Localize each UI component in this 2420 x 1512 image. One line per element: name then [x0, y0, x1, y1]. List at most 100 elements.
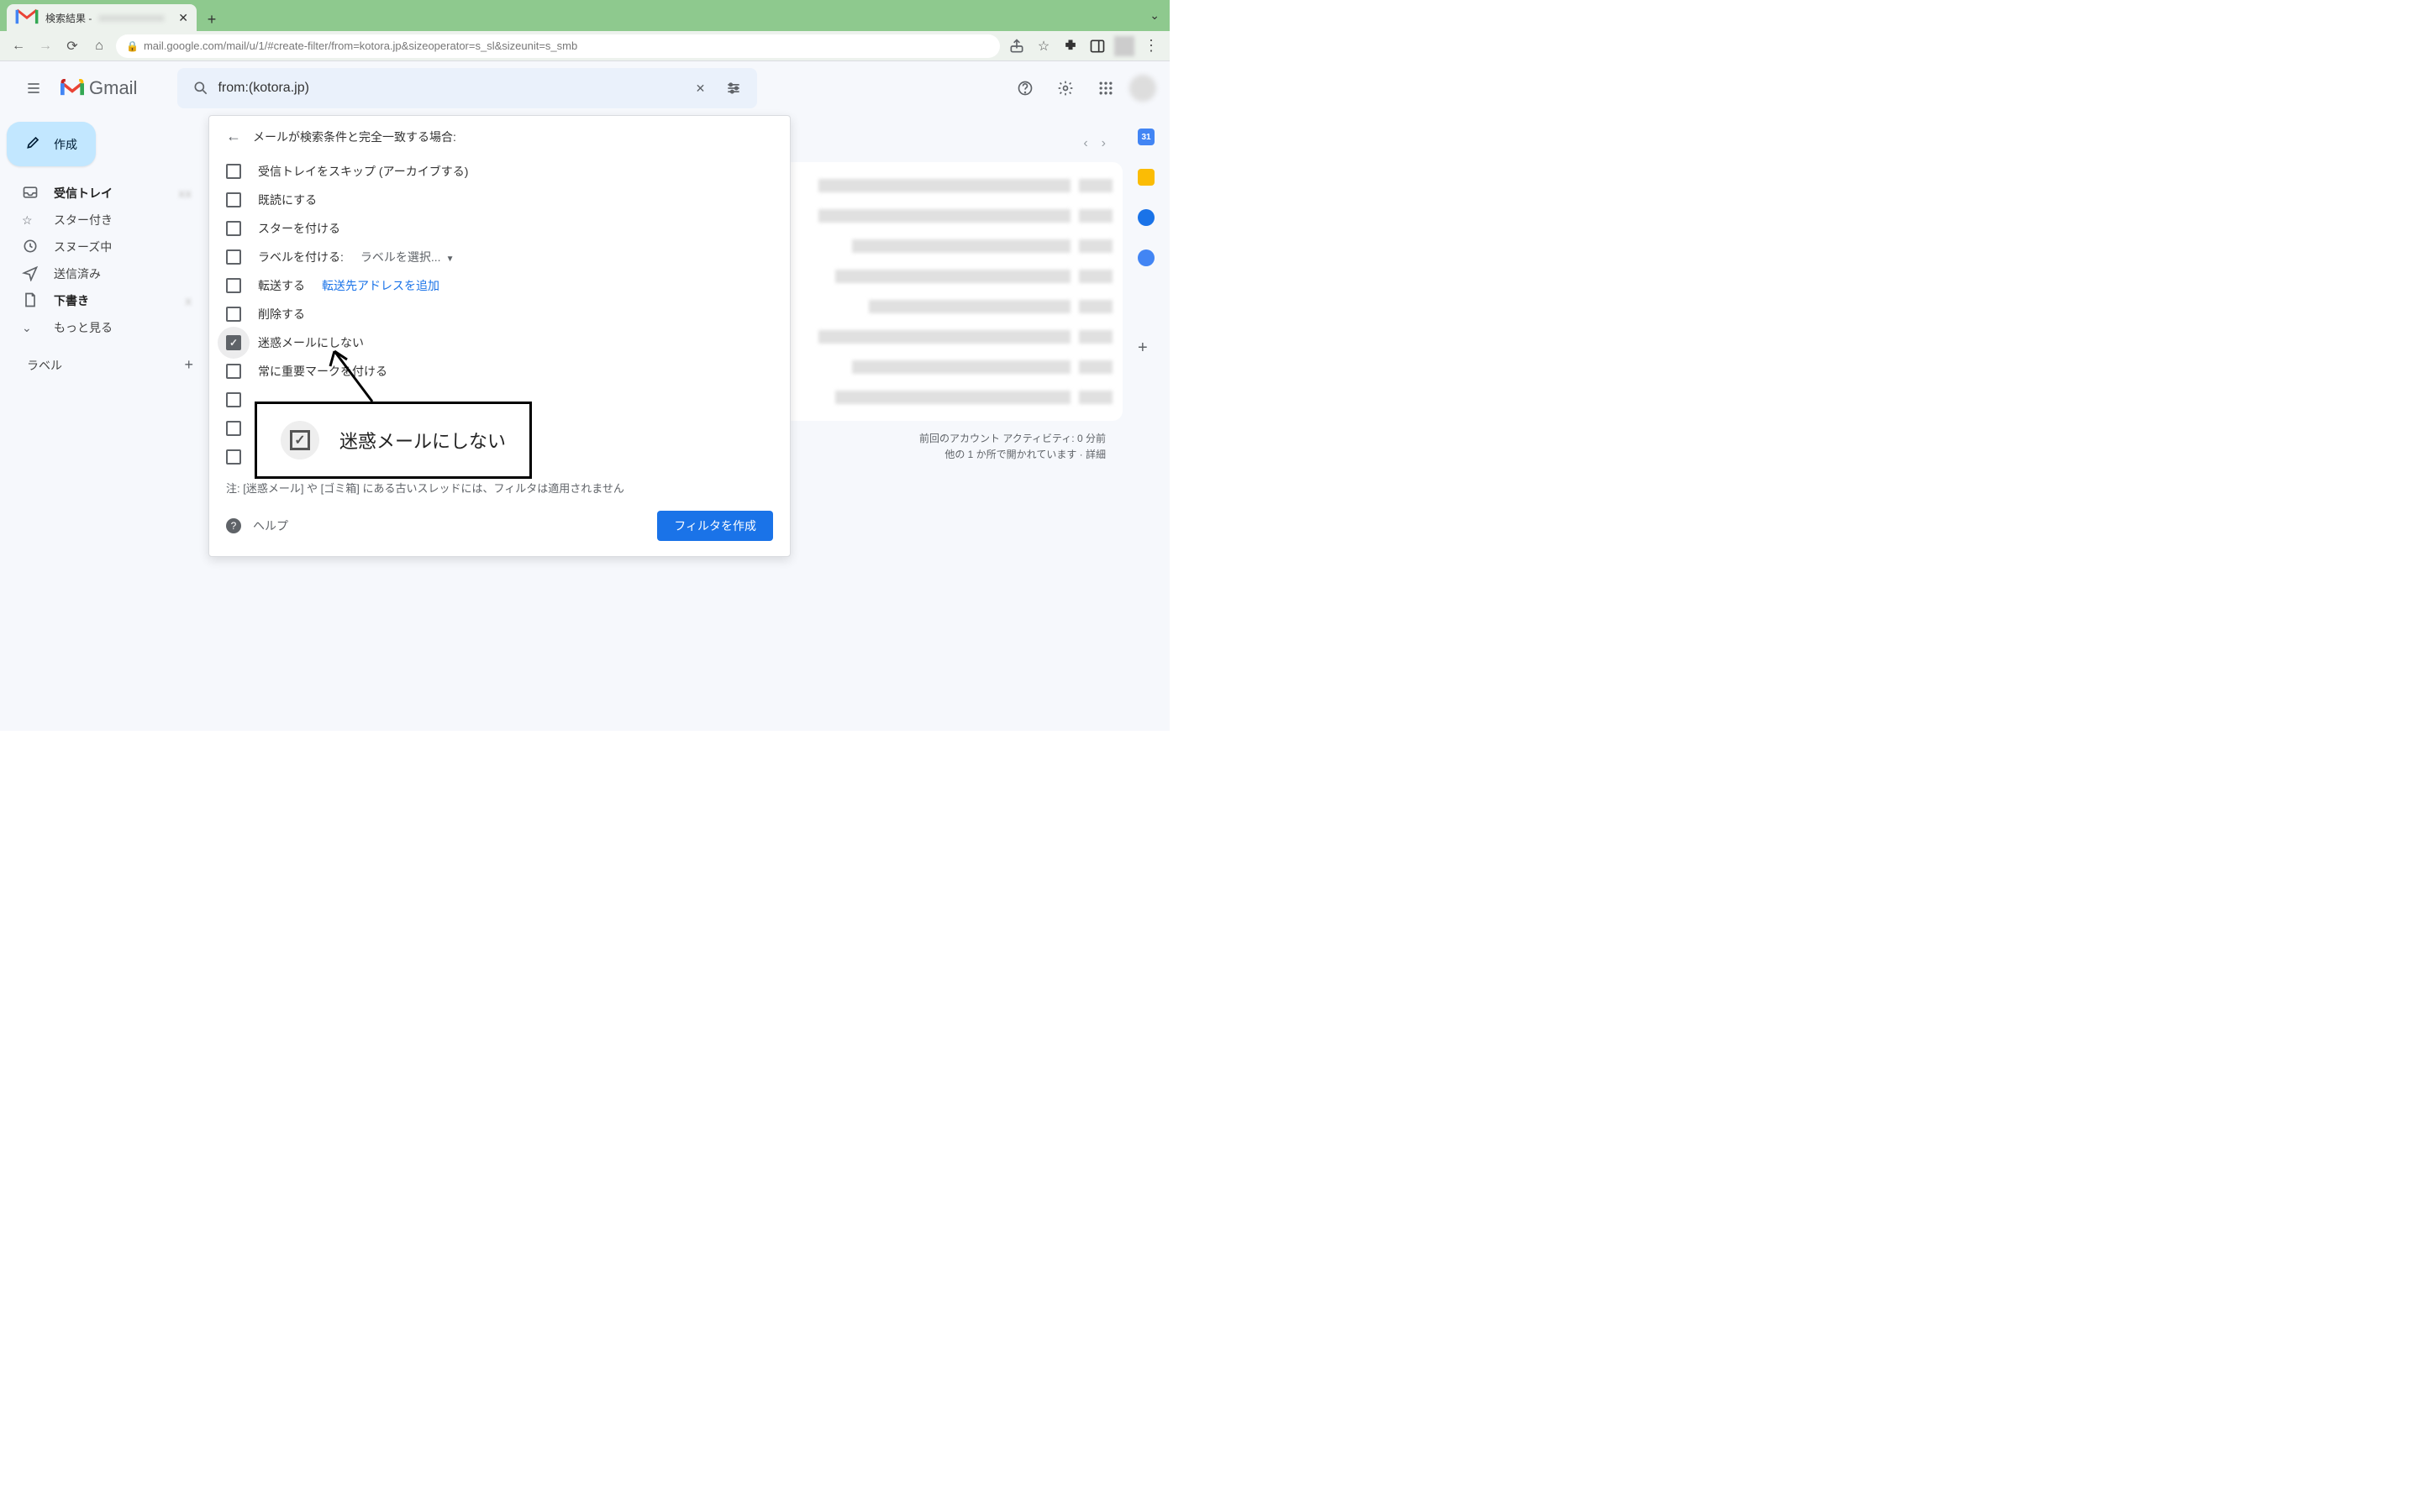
search-icon[interactable] — [184, 80, 218, 97]
checkbox[interactable] — [226, 278, 241, 293]
reload-button[interactable]: ⟳ — [62, 36, 82, 56]
lock-icon: 🔒 — [126, 40, 139, 52]
filter-option-hidden-2[interactable] — [209, 414, 790, 443]
browser-toolbar: ← → ⟳ ⌂ 🔒 mail.google.com/mail/u/1/#crea… — [0, 31, 1170, 61]
contacts-icon[interactable] — [1138, 249, 1155, 266]
share-icon[interactable] — [1007, 36, 1027, 56]
sidebar: 作成 受信トレイ xx ☆ スター付き スヌーズ中 送信済み 下書き x ⌄ も… — [0, 115, 208, 731]
sidebar-item-label: スター付き — [54, 212, 113, 228]
settings-gear-icon[interactable] — [1049, 71, 1082, 105]
sidebar-item-starred[interactable]: ☆ スター付き — [7, 207, 208, 234]
tab-list-chevron-icon[interactable]: ⌄ — [1150, 8, 1160, 23]
url-text: mail.google.com/mail/u/1/#create-filter/… — [144, 39, 577, 52]
filter-option-always-important[interactable]: 常に重要マークを付ける — [209, 357, 790, 386]
account-avatar[interactable] — [1129, 75, 1156, 102]
pencil-icon — [25, 134, 42, 155]
chevron-down-icon: ⌄ — [22, 321, 39, 335]
filter-option-label: ラベルを付ける: — [258, 249, 344, 265]
filter-option-star[interactable]: スターを付ける — [209, 214, 790, 243]
profile-avatar[interactable] — [1114, 36, 1134, 56]
gmail-logo[interactable]: Gmail — [60, 77, 137, 99]
browser-tab-strip: 検索結果 - xxxxxxxxxxxxx ✕ + ⌄ — [0, 0, 1170, 31]
filter-note: 注: [迷惑メール] や [ゴミ箱] にある古いスレッドには、フィルタは適用され… — [209, 471, 790, 504]
labels-heading: ラベル + — [7, 341, 208, 374]
filter-option-apply-label[interactable]: ラベルを付ける: ラベルを選択...▼ — [209, 243, 790, 271]
label-select[interactable]: ラベルを選択...▼ — [360, 249, 455, 265]
filter-option-label: 迷惑メールにしない — [258, 334, 364, 351]
clock-icon — [22, 238, 39, 257]
checkbox[interactable] — [226, 364, 241, 379]
send-icon — [22, 265, 39, 284]
sidebar-item-label: スヌーズ中 — [54, 239, 112, 255]
sidepanel-icon[interactable] — [1087, 36, 1107, 56]
compose-button[interactable]: 作成 — [7, 122, 96, 166]
search-input[interactable] — [218, 81, 683, 96]
checkbox[interactable] — [226, 221, 241, 236]
filter-option-never-spam[interactable]: 迷惑メールにしない — [209, 328, 790, 357]
side-panel: 31 + — [1123, 115, 1170, 731]
create-filter-button[interactable]: フィルタを作成 — [657, 511, 773, 541]
new-tab-button[interactable]: + — [200, 8, 224, 31]
filter-option-hidden-3[interactable] — [209, 443, 790, 471]
tasks-icon[interactable] — [1138, 209, 1155, 226]
inbox-count: xx — [178, 186, 198, 200]
sidebar-item-snoozed[interactable]: スヌーズ中 — [7, 234, 208, 260]
home-button[interactable]: ⌂ — [89, 36, 109, 56]
checkbox[interactable] — [226, 392, 241, 407]
add-label-button[interactable]: + — [184, 356, 193, 374]
filter-option-label: 削除する — [258, 306, 305, 323]
filter-help-link[interactable]: ? ヘルプ — [226, 517, 288, 534]
checkbox[interactable] — [226, 421, 241, 436]
checkbox[interactable] — [226, 164, 241, 179]
sidebar-item-more[interactable]: ⌄ もっと見る — [7, 314, 208, 341]
back-button[interactable]: ← — [8, 36, 29, 56]
filter-option-forward[interactable]: 転送する 転送先アドレスを追加 — [209, 271, 790, 300]
support-icon[interactable] — [1008, 71, 1042, 105]
checkbox-checked[interactable] — [226, 335, 241, 350]
help-icon: ? — [226, 518, 241, 533]
filter-option-label: 受信トレイをスキップ (アーカイブする) — [258, 163, 468, 180]
checkbox[interactable] — [226, 249, 241, 265]
sidebar-item-sent[interactable]: 送信済み — [7, 260, 208, 287]
clear-search-icon[interactable]: ✕ — [683, 81, 717, 96]
main-menu-icon[interactable] — [13, 68, 54, 108]
tab-favicon — [15, 8, 39, 29]
address-bar[interactable]: 🔒 mail.google.com/mail/u/1/#create-filte… — [116, 34, 1000, 58]
filter-option-mark-read[interactable]: 既読にする — [209, 186, 790, 214]
sidebar-item-label: 送信済み — [54, 265, 101, 282]
add-addon-icon[interactable]: + — [1138, 339, 1155, 355]
add-forward-address-link[interactable]: 転送先アドレスを追加 — [322, 277, 439, 294]
sidebar-item-label: もっと見る — [54, 319, 113, 336]
sidebar-item-label: 受信トレイ — [54, 185, 113, 202]
extensions-icon[interactable] — [1060, 36, 1081, 56]
drafts-count: x — [185, 294, 198, 307]
tab-close-icon[interactable]: ✕ — [178, 11, 188, 25]
checkbox[interactable] — [226, 449, 241, 465]
filter-back-button[interactable]: ← — [226, 128, 241, 145]
apps-grid-icon[interactable] — [1089, 71, 1123, 105]
checkbox[interactable] — [226, 307, 241, 322]
checkbox[interactable] — [226, 192, 241, 207]
gmail-header: Gmail ✕ — [0, 61, 1170, 115]
tab-title-redacted: xxxxxxxxxxxxx — [98, 12, 164, 24]
filter-heading: メールが検索条件と完全一致する場合: — [253, 129, 456, 145]
sidebar-item-drafts[interactable]: 下書き x — [7, 287, 208, 314]
search-bar[interactable]: ✕ — [177, 68, 757, 108]
keep-icon[interactable] — [1138, 169, 1155, 186]
older-button[interactable]: ‹ — [1083, 136, 1087, 151]
search-options-icon[interactable] — [717, 80, 750, 97]
compose-label: 作成 — [54, 136, 77, 153]
create-filter-panel: ← メールが検索条件と完全一致する場合: 受信トレイをスキップ (アーカイブする… — [208, 115, 791, 557]
browser-menu-icon[interactable]: ⋮ — [1141, 36, 1161, 56]
filter-option-skip-inbox[interactable]: 受信トレイをスキップ (アーカイブする) — [209, 157, 790, 186]
bookmark-star-icon[interactable]: ☆ — [1034, 36, 1054, 56]
star-icon: ☆ — [22, 213, 39, 228]
browser-tab[interactable]: 検索結果 - xxxxxxxxxxxxx ✕ — [7, 4, 197, 31]
calendar-icon[interactable]: 31 — [1138, 129, 1155, 145]
sidebar-item-inbox[interactable]: 受信トレイ xx — [7, 180, 208, 207]
filter-option-label: 転送する — [258, 277, 305, 294]
filter-option-hidden-1[interactable] — [209, 386, 790, 414]
forward-button[interactable]: → — [35, 36, 55, 56]
filter-option-delete[interactable]: 削除する — [209, 300, 790, 328]
newer-button[interactable]: › — [1102, 136, 1106, 151]
